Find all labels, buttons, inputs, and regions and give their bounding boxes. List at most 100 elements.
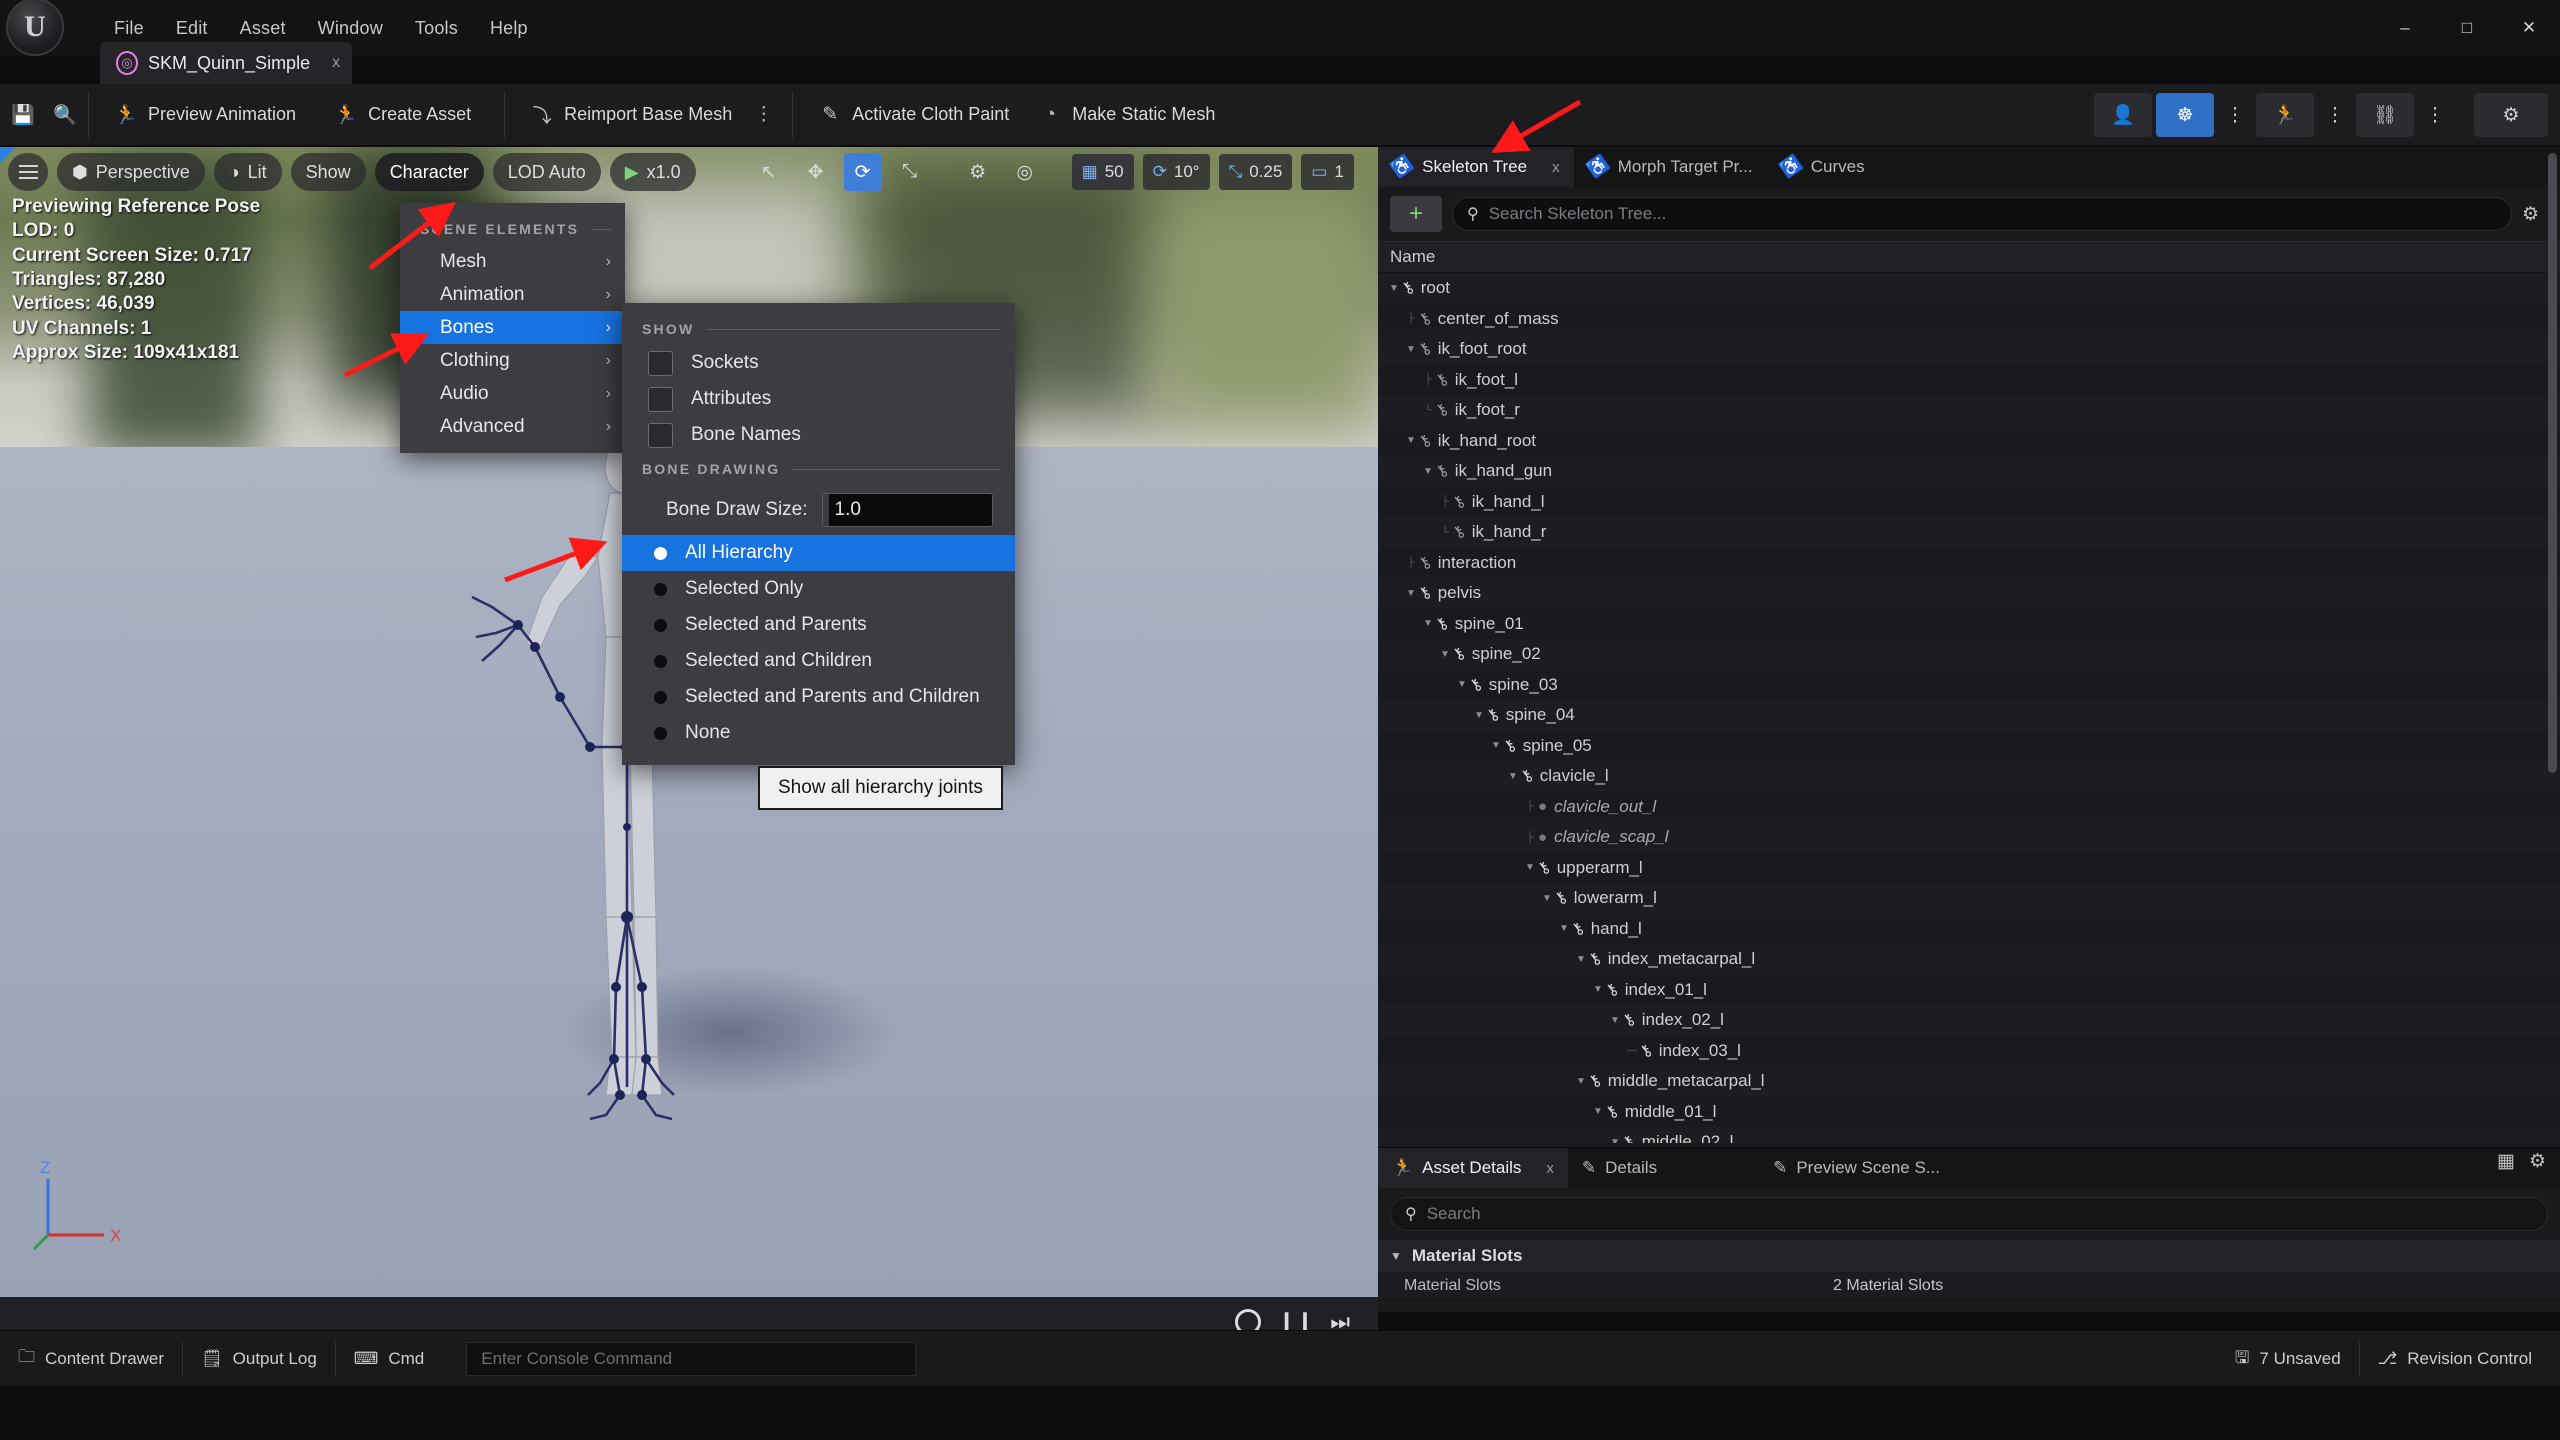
content-drawer-button[interactable]: 🗀 Content Drawer <box>0 1331 182 1387</box>
activate-cloth-paint-button[interactable]: ✎ Activate Cloth Paint <box>803 93 1023 137</box>
tree-row-middle_01_l[interactable]: ▼ ⚷ middle_01_l <box>1378 1097 2560 1128</box>
skeleton-tree-scrollbar[interactable] <box>2548 153 2557 773</box>
tree-row-center_of_mass[interactable]: ├ ⚷ center_of_mass <box>1378 304 2560 335</box>
tab-skeleton-tree[interactable]: ♿ Skeleton Tree x <box>1378 147 1574 187</box>
checkbox-icon[interactable] <box>648 387 673 412</box>
radio-selected-and-parents-and-children[interactable]: Selected and Parents and Children <box>622 679 1015 715</box>
mode-skeleton-button[interactable]: ☸ <box>2156 93 2214 137</box>
tree-row-lowerarm_l[interactable]: ▼ ⚷ lowerarm_l <box>1378 883 2560 914</box>
reimport-options-kebab-icon[interactable]: ⋮ <box>746 103 782 126</box>
rotate-tool-icon[interactable]: ⟳ <box>844 153 882 191</box>
tree-row-clavicle_l[interactable]: ▼ ⚷ clavicle_l <box>1378 761 2560 792</box>
world-coords-icon[interactable]: ⚙ <box>959 153 997 191</box>
skeleton-settings-button[interactable]: ⚙ ⱟ <box>2522 203 2548 226</box>
tab-close-icon[interactable]: x <box>1552 159 1560 176</box>
tab-details[interactable]: ✎ Details <box>1568 1148 1671 1188</box>
tree-row-ik_hand_l[interactable]: ├ ⚷ ik_hand_l <box>1378 487 2560 518</box>
tree-row-upperarm_l[interactable]: ▼ ⚷ upperarm_l <box>1378 853 2560 884</box>
tree-row-index_01_l[interactable]: ▼ ⚷ index_01_l <box>1378 975 2560 1006</box>
mode-kebab-3-icon[interactable]: ⋮ <box>2418 93 2452 137</box>
preview-animation-button[interactable]: 🏃 Preview Animation ⱟ <box>99 93 319 137</box>
tree-row-spine_01[interactable]: ▼ ⚷ spine_01 <box>1378 609 2560 640</box>
select-tool-icon[interactable]: ↖ <box>750 153 788 191</box>
tree-row-ik_hand_gun[interactable]: ▼ ⚷ ik_hand_gun <box>1378 456 2560 487</box>
tree-row-ik_foot_l[interactable]: ├ ⚷ ik_foot_l <box>1378 365 2560 396</box>
tree-row-ik_foot_r[interactable]: └ ⚷ ik_foot_r <box>1378 395 2560 426</box>
console-command-input[interactable]: Enter Console Command <box>466 1342 916 1376</box>
menu-help[interactable]: Help <box>474 12 544 45</box>
move-tool-icon[interactable]: ✥ <box>797 153 835 191</box>
unreal-logo-icon[interactable]: U <box>6 0 64 56</box>
viewport-show-button[interactable]: Show <box>291 153 366 191</box>
viewport-lit-button[interactable]: ◑ Lit <box>214 153 282 191</box>
save-icon[interactable]: 💾 <box>10 102 36 128</box>
scale-snap-chip[interactable]: ⤡ 0.25 <box>1219 154 1293 190</box>
rotation-snap-chip[interactable]: ⟳ 10° <box>1143 154 1210 190</box>
tree-row-index_03_l[interactable]: — ⚷ index_03_l <box>1378 1036 2560 1067</box>
tree-row-middle_02_l[interactable]: ▼ ⚷ middle_02_l <box>1378 1127 2560 1143</box>
asset-details-search-input[interactable] <box>1427 1204 2533 1224</box>
radio-selected-only[interactable]: Selected Only <box>622 571 1015 607</box>
skeleton-search-input[interactable] <box>1489 204 2497 224</box>
viewport-playrate-button[interactable]: ▶ x1.0 <box>610 153 696 191</box>
checkbox-icon[interactable] <box>648 351 673 376</box>
mode-character-button[interactable]: 👤 <box>2094 93 2152 137</box>
scale-tool-icon[interactable]: ⤡ <box>891 153 929 191</box>
tree-row-spine_04[interactable]: ▼ ⚷ spine_04 <box>1378 700 2560 731</box>
checkbox-bone-names[interactable]: Bone Names <box>622 417 1015 453</box>
skeleton-tree-list[interactable]: ▼ ⚷ root ├ ⚷ center_of_mass ▼ ⚷ ik_foot_root ├ ⚷ ik… <box>1378 273 2560 1143</box>
radio-icon[interactable] <box>654 547 667 560</box>
radio-icon[interactable] <box>654 727 667 740</box>
grid-snap-chip[interactable]: ▦ 50 <box>1072 154 1134 190</box>
radio-icon[interactable] <box>654 583 667 596</box>
radio-icon[interactable] <box>654 655 667 668</box>
menu-item-bones[interactable]: Bones › <box>400 311 625 344</box>
checkbox-icon[interactable] <box>648 423 673 448</box>
grid-view-icon[interactable]: ▦ <box>2497 1150 2515 1173</box>
menu-item-audio[interactable]: Audio › <box>400 377 625 410</box>
radio-all-hierarchy[interactable]: All Hierarchy <box>622 535 1015 571</box>
mode-graph-button[interactable]: ⛓ <box>2356 93 2414 137</box>
tree-row-index_metacarpal_l[interactable]: ▼ ⚷ index_metacarpal_l <box>1378 944 2560 975</box>
asset-tab-close-icon[interactable]: x <box>332 54 340 72</box>
material-slots-section-header[interactable]: ▼ Material Slots <box>1378 1240 2560 1272</box>
viewport-lod-button[interactable]: LOD Auto <box>493 153 601 191</box>
checkbox-sockets[interactable]: Sockets <box>622 345 1015 381</box>
revision-control-button[interactable]: ⎇ Revision Control ⱟ <box>2360 1331 2560 1387</box>
tab-asset-details[interactable]: 🏃 Asset Details x <box>1378 1148 1568 1188</box>
settings-gear-icon[interactable]: ⚙ <box>2529 1150 2546 1173</box>
menu-item-clothing[interactable]: Clothing › <box>400 344 625 377</box>
tree-row-ik_hand_root[interactable]: ▼ ⚷ ik_hand_root <box>1378 426 2560 457</box>
asset-details-search-box[interactable]: ⚲ <box>1390 1197 2548 1231</box>
tab-close-icon[interactable]: x <box>1546 1160 1554 1177</box>
tree-row-index_02_l[interactable]: ▼ ⚷ index_02_l <box>1378 1005 2560 1036</box>
skeleton-search-box[interactable]: ⚲ <box>1452 197 2512 231</box>
menu-item-advanced[interactable]: Advanced › <box>400 410 625 443</box>
radio-selected-and-children[interactable]: Selected and Children <box>622 643 1015 679</box>
tree-row-pelvis[interactable]: ▼ ⚷ pelvis <box>1378 578 2560 609</box>
mode-kebab-2-icon[interactable]: ⋮ <box>2318 93 2352 137</box>
radio-icon[interactable] <box>654 691 667 704</box>
tab-curves[interactable]: ♿ Curves <box>1767 147 1879 187</box>
output-log-button[interactable]: 🗒 Output Log <box>183 1331 335 1387</box>
radio-selected-and-parents[interactable]: Selected and Parents <box>622 607 1015 643</box>
tab-morph-target-preview[interactable]: ♿ Morph Target Pr... <box>1574 147 1767 187</box>
tree-row-ik_foot_root[interactable]: ▼ ⚷ ik_foot_root <box>1378 334 2560 365</box>
menu-item-animation[interactable]: Animation › <box>400 278 625 311</box>
mode-animation-button[interactable]: 🏃 <box>2256 93 2314 137</box>
radio-none[interactable]: None <box>622 715 1015 751</box>
viewport-character-button[interactable]: Character <box>375 153 484 191</box>
menu-tools[interactable]: Tools <box>399 12 474 45</box>
tree-row-clavicle_out_l[interactable]: ├ ● clavicle_out_l <box>1378 792 2560 823</box>
tree-row-root[interactable]: ▼ ⚷ root <box>1378 273 2560 304</box>
tree-row-clavicle_scap_l[interactable]: ├ ● clavicle_scap_l <box>1378 822 2560 853</box>
unsaved-button[interactable]: 🖫 7 Unsaved <box>2217 1331 2359 1387</box>
reimport-base-mesh-button[interactable]: ⤵ Reimport Base Mesh <box>515 93 746 137</box>
tree-row-spine_02[interactable]: ▼ ⚷ spine_02 <box>1378 639 2560 670</box>
browse-to-asset-icon[interactable]: 🔍 <box>52 102 78 128</box>
tree-row-middle_metacarpal_l[interactable]: ▼ ⚷ middle_metacarpal_l <box>1378 1066 2560 1097</box>
create-asset-button[interactable]: 🏃 Create Asset ⱟ <box>319 93 494 137</box>
mode-kebab-1-icon[interactable]: ⋮ <box>2218 93 2252 137</box>
asset-tab-skm-quinn-simple[interactable]: ◎ SKM_Quinn_Simple x <box>100 42 352 84</box>
make-static-mesh-button[interactable]: ◔ Make Static Mesh <box>1023 93 1229 137</box>
